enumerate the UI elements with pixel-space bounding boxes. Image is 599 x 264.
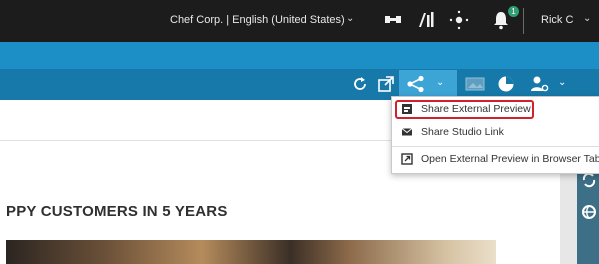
hero-image — [6, 240, 496, 264]
chevron-down-icon[interactable]: ⌄ — [436, 77, 444, 88]
chevron-down-icon[interactable]: ⌄ — [558, 77, 566, 88]
menu-item-label: Open External Preview in Browser Tab — [421, 153, 599, 165]
open-in-new-window-icon[interactable] — [377, 75, 395, 93]
share-icon[interactable] — [406, 75, 426, 93]
user-menu[interactable]: Rick C — [541, 14, 573, 26]
external-link-icon — [401, 153, 413, 165]
binoculars-icon[interactable] — [383, 9, 403, 29]
sync-icon[interactable] — [581, 172, 597, 188]
menu-item-share-external-preview[interactable]: Share External Preview — [392, 98, 599, 120]
share-dropdown-menu: Share External Preview Share Studio Link… — [391, 96, 599, 174]
top-navigation-bar: Chef Corp. | English (United States) ⌄ 1… — [0, 0, 599, 42]
target-icon[interactable] — [448, 9, 470, 31]
refresh-icon[interactable] — [352, 76, 368, 92]
notification-count-badge: 1 — [508, 6, 519, 17]
user-settings-icon[interactable] — [530, 75, 550, 93]
envelope-icon — [401, 128, 413, 136]
menu-divider — [392, 146, 599, 147]
editor-header-bar — [0, 42, 599, 69]
menu-item-label: Share Studio Link — [421, 126, 504, 138]
chart-tool-icon[interactable] — [417, 9, 435, 31]
chevron-down-icon[interactable]: ⌄ — [583, 13, 591, 24]
image-gallery-icon[interactable] — [465, 76, 485, 92]
menu-item-share-studio-link[interactable]: Share Studio Link — [392, 121, 599, 143]
highlight-box — [395, 100, 534, 119]
pie-chart-icon[interactable] — [497, 75, 515, 93]
page-heading: PPY CUSTOMERS IN 5 YEARS — [6, 203, 228, 220]
globe-icon[interactable] — [581, 204, 597, 220]
organization-language-selector[interactable]: Chef Corp. | English (United States) — [170, 14, 345, 26]
chevron-down-icon[interactable]: ⌄ — [346, 13, 354, 24]
menu-item-open-external-preview[interactable]: Open External Preview in Browser Tab — [392, 148, 599, 170]
divider — [523, 8, 524, 34]
